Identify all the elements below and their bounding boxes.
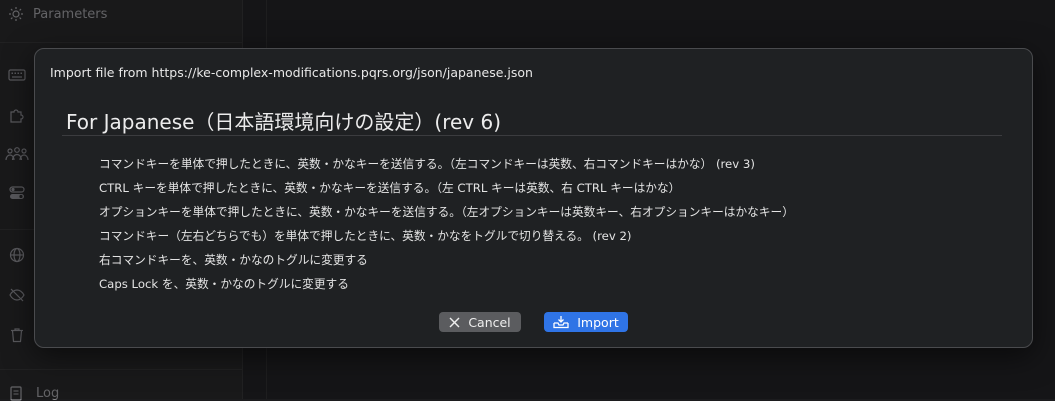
rule-item: CTRL キーを単体で押したときに、英数・かなキーを送信する。（左 CTRL キ… <box>99 181 681 195</box>
rule-item: 右コマンドキーを、英数・かなのトグルに変更する <box>99 253 368 267</box>
heading-divider <box>62 135 1002 136</box>
cancel-button[interactable]: Cancel <box>439 312 521 332</box>
rule-item: オプションキーを単体で押したときに、英数・かなキーを送信する。（左オプションキー… <box>99 205 794 219</box>
dialog-title: Import file from https://ke-complex-modi… <box>50 65 533 80</box>
cancel-button-label: Cancel <box>468 314 511 330</box>
rule-item: コマンドキー（左右どちらでも）を単体で押したときに、英数・かなをトグルで切り替え… <box>99 229 632 243</box>
import-button[interactable]: Import <box>544 312 628 332</box>
close-icon <box>449 317 460 327</box>
rules-list: コマンドキーを単体で押したときに、英数・かなキーを送信する。（左コマンドキーは英… <box>99 156 794 300</box>
rule-item: Caps Lock を、英数・かなのトグルに変更する <box>99 277 349 291</box>
import-button-label: Import <box>577 314 619 330</box>
tray-download-icon <box>553 316 569 329</box>
import-dialog: Import file from https://ke-complex-modi… <box>34 48 1033 348</box>
rule-item: コマンドキーを単体で押したときに、英数・かなキーを送信する。（左コマンドキーは英… <box>99 157 755 171</box>
rule-set-heading: For Japanese（日本語環境向けの設定）(rev 6) <box>66 110 502 134</box>
